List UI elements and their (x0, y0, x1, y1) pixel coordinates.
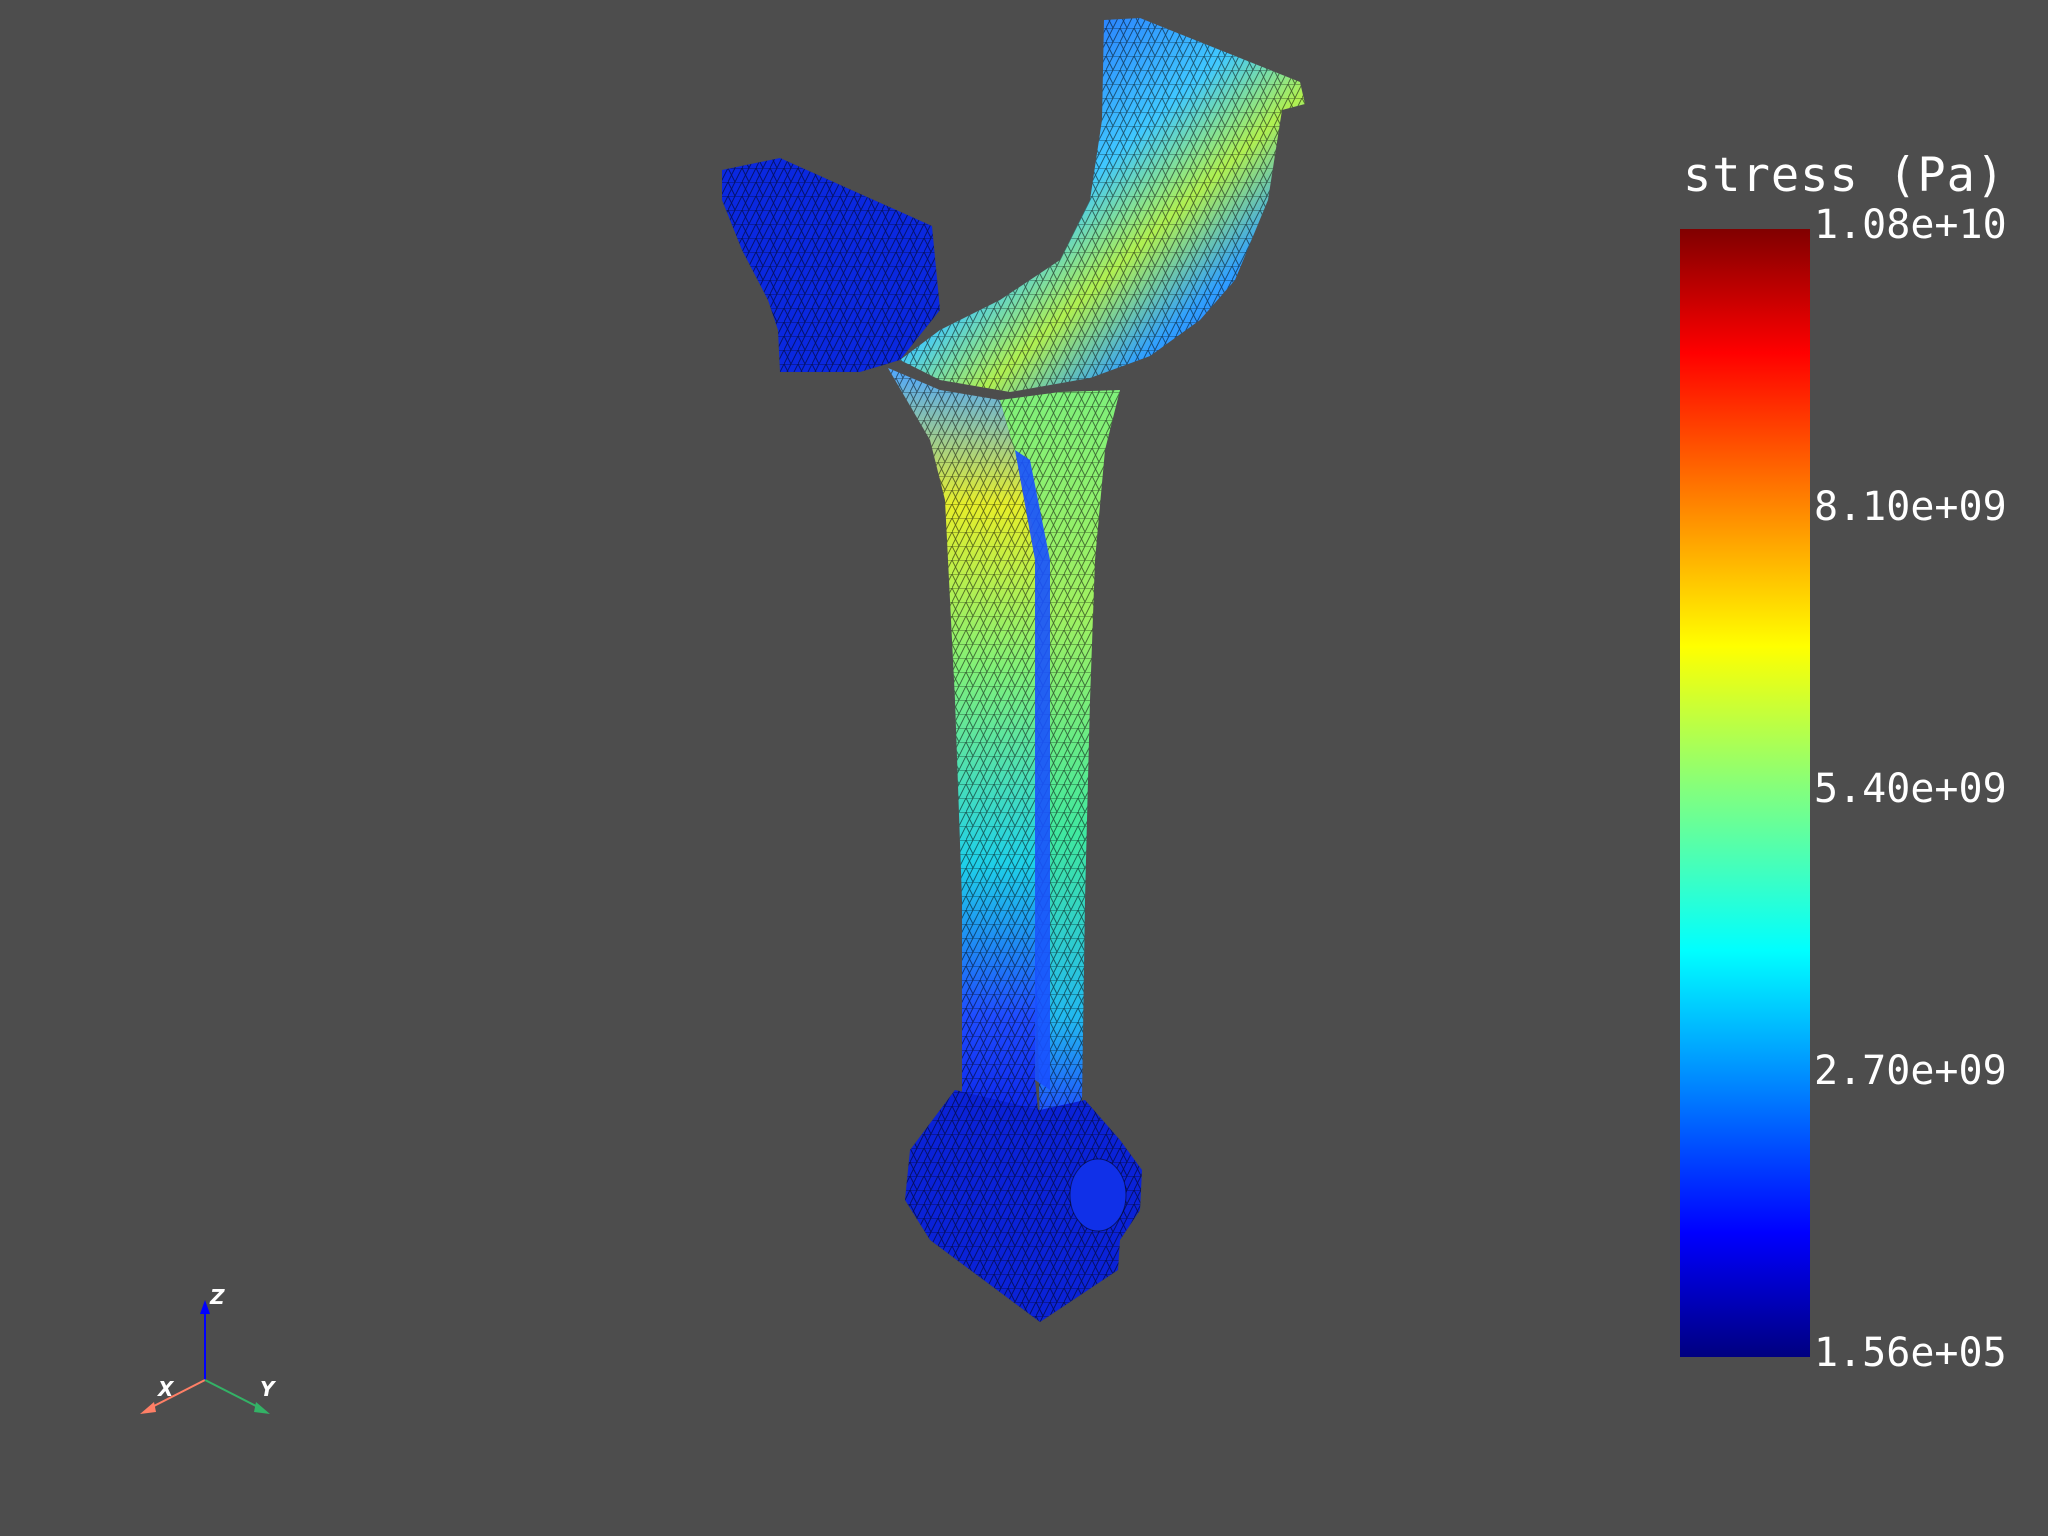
orientation-axes-widget: Z X Y (140, 1285, 277, 1414)
render-viewport[interactable]: stress (Pa) 1.08e+10 8.10e+09 5.40e+09 2… (0, 0, 2048, 1536)
z-arrow-icon (200, 1300, 210, 1314)
scalar-bar-tick-label: 1.08e+10 (1814, 202, 2007, 248)
y-arrow-icon (254, 1402, 270, 1414)
axis-label-x: X (156, 1377, 175, 1401)
axis-label-y: Y (260, 1377, 277, 1401)
x-arrow-icon (140, 1402, 156, 1414)
scalar-bar-colorbar (1680, 229, 1810, 1357)
scalar-bar-tick-label: 1.56e+05 (1814, 1330, 2007, 1376)
axis-label-z: Z (209, 1285, 225, 1309)
scalar-bar-tick-label: 8.10e+09 (1814, 484, 2007, 530)
scalar-bar-tick-label: 2.70e+09 (1814, 1048, 2007, 1094)
scalar-bar-tick-label: 5.40e+09 (1814, 766, 2007, 812)
scalar-bar-title: stress (Pa) (1683, 148, 2006, 203)
